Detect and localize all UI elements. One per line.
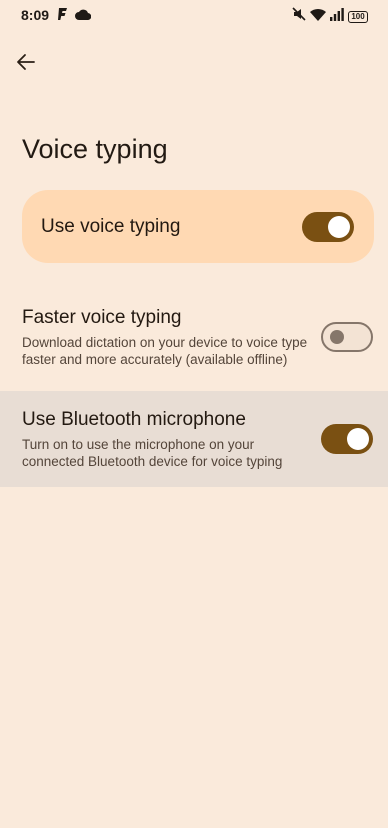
bluetooth-microphone-row[interactable]: Use Bluetooth microphone Turn on to use … (0, 391, 388, 487)
switch-thumb (328, 215, 350, 238)
faster-voice-typing-title: Faster voice typing (22, 307, 182, 328)
mute-icon (292, 7, 306, 26)
bluetooth-microphone-switch[interactable] (321, 424, 373, 454)
faster-voice-typing-text: Faster voice typing Download dictation o… (22, 306, 312, 368)
status-time: 8:09 (21, 7, 50, 23)
switch-thumb (330, 330, 344, 344)
voice-typing-screen: 8:09 100 Voice typing Use voice typing F… (0, 0, 388, 828)
page-title: Voice typing (22, 134, 168, 164)
bluetooth-microphone-text: Use Bluetooth microphone Turn on to use … (22, 408, 312, 470)
back-button[interactable] (10, 48, 42, 80)
bluetooth-microphone-summary: Turn on to use the microphone on your co… (22, 437, 283, 469)
use-voice-typing-switch[interactable] (302, 211, 354, 242)
use-voice-typing-label: Use voice typing (41, 215, 181, 237)
use-voice-typing-card[interactable]: Use voice typing (22, 190, 374, 263)
f-app-icon (58, 7, 67, 25)
signal-icon (330, 7, 344, 26)
status-left-icons (58, 7, 92, 25)
cloud-icon (75, 7, 92, 25)
bluetooth-microphone-title: Use Bluetooth microphone (22, 409, 246, 430)
wifi-icon (310, 8, 326, 26)
arrow-back-icon (16, 52, 36, 77)
faster-voice-typing-switch[interactable] (321, 322, 373, 352)
status-right-icons: 100 (292, 7, 368, 26)
switch-thumb (347, 428, 369, 450)
battery-icon: 100 (348, 10, 368, 23)
faster-voice-typing-row[interactable]: Faster voice typing Download dictation o… (0, 292, 388, 382)
status-bar: 8:09 100 (0, 0, 388, 30)
faster-voice-typing-summary: Download dictation on your device to voi… (22, 335, 308, 367)
